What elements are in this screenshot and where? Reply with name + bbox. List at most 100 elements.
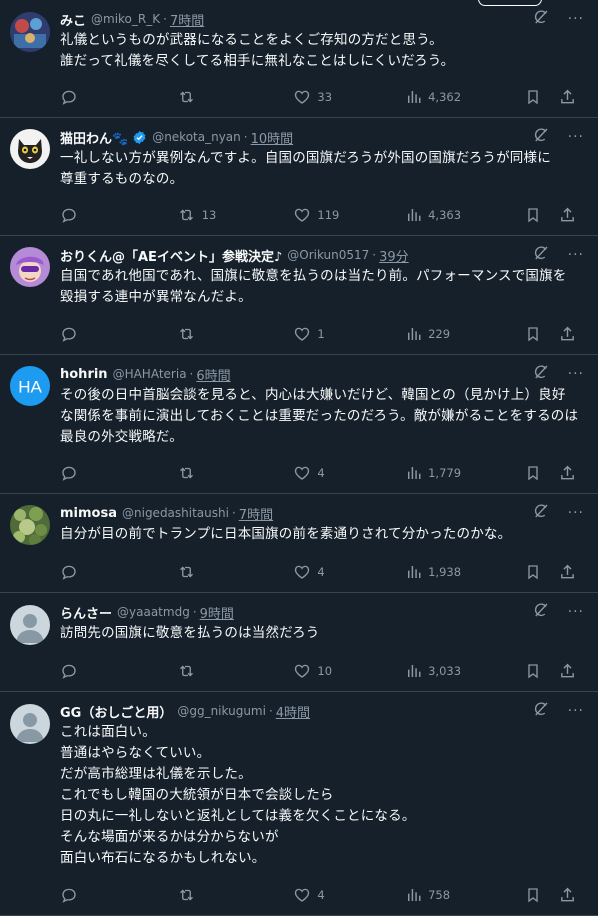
retweet-button[interactable]: 13 <box>177 206 294 224</box>
tweet-corner-actions: ··· <box>532 244 584 266</box>
grok-icon[interactable] <box>532 700 550 722</box>
share-button[interactable] <box>559 325 576 343</box>
separator-dot: · <box>189 367 194 381</box>
retweet-button[interactable] <box>177 563 294 581</box>
timestamp[interactable]: 7時間 <box>170 10 204 29</box>
avatar[interactable] <box>10 704 50 744</box>
more-icon[interactable]: ··· <box>568 704 584 718</box>
avatar[interactable]: HA <box>10 366 50 406</box>
like-button[interactable]: 33 <box>293 88 406 106</box>
timestamp[interactable]: 39分 <box>379 246 409 265</box>
display-name[interactable]: mimosa <box>60 506 117 521</box>
timestamp[interactable]: 10時間 <box>251 128 294 147</box>
more-icon[interactable]: ··· <box>568 130 584 144</box>
reply-button[interactable] <box>60 464 177 482</box>
views-button[interactable]: 1,938 <box>406 564 505 580</box>
retweet-button[interactable] <box>177 662 294 680</box>
views-button[interactable]: 3,033 <box>406 663 505 679</box>
share-button[interactable] <box>559 563 576 581</box>
grok-icon[interactable] <box>532 502 550 524</box>
tweet[interactable]: みこ @miko_R_K · 7時間 礼儀というものが武器になることをよくご存知の方だと… <box>0 0 598 118</box>
retweet-button[interactable] <box>177 325 294 343</box>
share-button[interactable] <box>559 464 576 482</box>
bookmark-button[interactable] <box>525 464 541 482</box>
more-icon[interactable]: ··· <box>568 605 584 619</box>
reply-button[interactable] <box>60 886 177 904</box>
retweet-icon <box>177 563 196 581</box>
reply-button[interactable] <box>60 325 177 343</box>
display-name[interactable]: GG（おしごと用） <box>60 702 172 721</box>
views-button[interactable]: 229 <box>406 326 505 342</box>
grok-icon[interactable] <box>532 126 550 148</box>
tweet[interactable]: HA hohrin @HAHAteria · 6時間 その後の日中首脳会談を見ると、内心は… <box>0 355 598 494</box>
like-button[interactable]: 119 <box>293 206 406 224</box>
user-handle[interactable]: @miko_R_K <box>91 12 160 26</box>
like-button[interactable]: 4 <box>293 886 406 904</box>
views-icon <box>406 89 422 105</box>
views-button[interactable]: 4,363 <box>406 207 505 223</box>
retweet-button[interactable] <box>177 88 294 106</box>
retweet-button[interactable] <box>177 464 294 482</box>
user-handle[interactable]: @gg_nikugumi <box>177 704 266 718</box>
avatar[interactable] <box>10 12 50 52</box>
bookmark-button[interactable] <box>525 563 541 581</box>
more-icon[interactable]: ··· <box>568 367 584 381</box>
display-name[interactable]: みこ <box>60 10 86 29</box>
share-button[interactable] <box>559 662 576 680</box>
reply-button[interactable] <box>60 563 177 581</box>
bookmark-button[interactable] <box>525 325 541 343</box>
like-button[interactable]: 1 <box>293 325 406 343</box>
bookmark-button[interactable] <box>525 662 541 680</box>
bookmark-button[interactable] <box>525 88 541 106</box>
reply-button[interactable] <box>60 206 177 224</box>
user-handle[interactable]: @yaaatmdg <box>117 605 190 619</box>
more-icon[interactable]: ··· <box>568 12 584 26</box>
share-icon <box>559 206 576 224</box>
like-button[interactable]: 4 <box>293 563 406 581</box>
timestamp[interactable]: 4時間 <box>276 702 310 721</box>
user-handle[interactable]: @HAHAteria <box>113 367 187 381</box>
avatar[interactable] <box>10 605 50 645</box>
grok-icon[interactable] <box>532 363 550 385</box>
reply-button[interactable] <box>60 88 177 106</box>
more-icon[interactable]: ··· <box>568 248 584 262</box>
bookmark-button[interactable] <box>525 886 541 904</box>
view-count: 229 <box>428 327 451 341</box>
retweet-button[interactable] <box>177 886 294 904</box>
timestamp[interactable]: 7時間 <box>239 504 273 523</box>
more-icon[interactable]: ··· <box>568 506 584 520</box>
reply-button[interactable] <box>60 662 177 680</box>
tweet[interactable]: 猫田わん🐾 @nekota_nyan · 10時間 一礼しない方が異例なんですよ。自国の… <box>0 118 598 236</box>
tweet-header: おりくん@「AEイベント」参戦決定♪ @Orikun0517 · 39分 <box>60 245 586 265</box>
separator-dot: · <box>231 506 236 520</box>
grok-icon[interactable] <box>532 601 550 623</box>
user-handle[interactable]: @nekota_nyan <box>152 130 241 144</box>
avatar[interactable] <box>10 247 50 287</box>
display-name[interactable]: らんさー <box>60 603 112 622</box>
share-button[interactable] <box>559 886 576 904</box>
tweet[interactable]: らんさー @yaaatmdg · 9時間 訪問先の国旗に敬意を払うのは当然だろう ··· 1… <box>0 593 598 692</box>
views-button[interactable]: 1,779 <box>406 465 505 481</box>
timestamp[interactable]: 6時間 <box>196 365 230 384</box>
avatar[interactable] <box>10 129 50 169</box>
share-button[interactable] <box>559 206 576 224</box>
like-button[interactable]: 4 <box>293 464 406 482</box>
like-button[interactable]: 10 <box>293 662 406 680</box>
grok-icon[interactable] <box>532 244 550 266</box>
share-button[interactable] <box>559 88 576 106</box>
user-handle[interactable]: @nigedashitaushi <box>122 506 229 520</box>
views-button[interactable]: 4,362 <box>406 89 505 105</box>
avatar[interactable] <box>10 505 50 545</box>
display-name[interactable]: 猫田わん🐾 <box>60 128 128 147</box>
views-button[interactable]: 758 <box>406 887 505 903</box>
share-icon <box>559 88 576 106</box>
tweet[interactable]: GG（おしごと用） @gg_nikugumi · 4時間 これは面白い。 普通はやらなく… <box>0 692 598 916</box>
tweet[interactable]: おりくん@「AEイベント」参戦決定♪ @Orikun0517 · 39分 自国であれ他国… <box>0 236 598 355</box>
user-handle[interactable]: @Orikun0517 <box>287 248 369 262</box>
tweet[interactable]: mimosa @nigedashitaushi · 7時間 自分が目の前でトランプに日本… <box>0 494 598 593</box>
display-name[interactable]: hohrin <box>60 367 108 382</box>
grok-icon[interactable] <box>532 8 550 30</box>
bookmark-button[interactable] <box>525 206 541 224</box>
timestamp[interactable]: 9時間 <box>200 603 234 622</box>
display-name[interactable]: おりくん@「AEイベント」参戦決定♪ <box>60 246 282 265</box>
